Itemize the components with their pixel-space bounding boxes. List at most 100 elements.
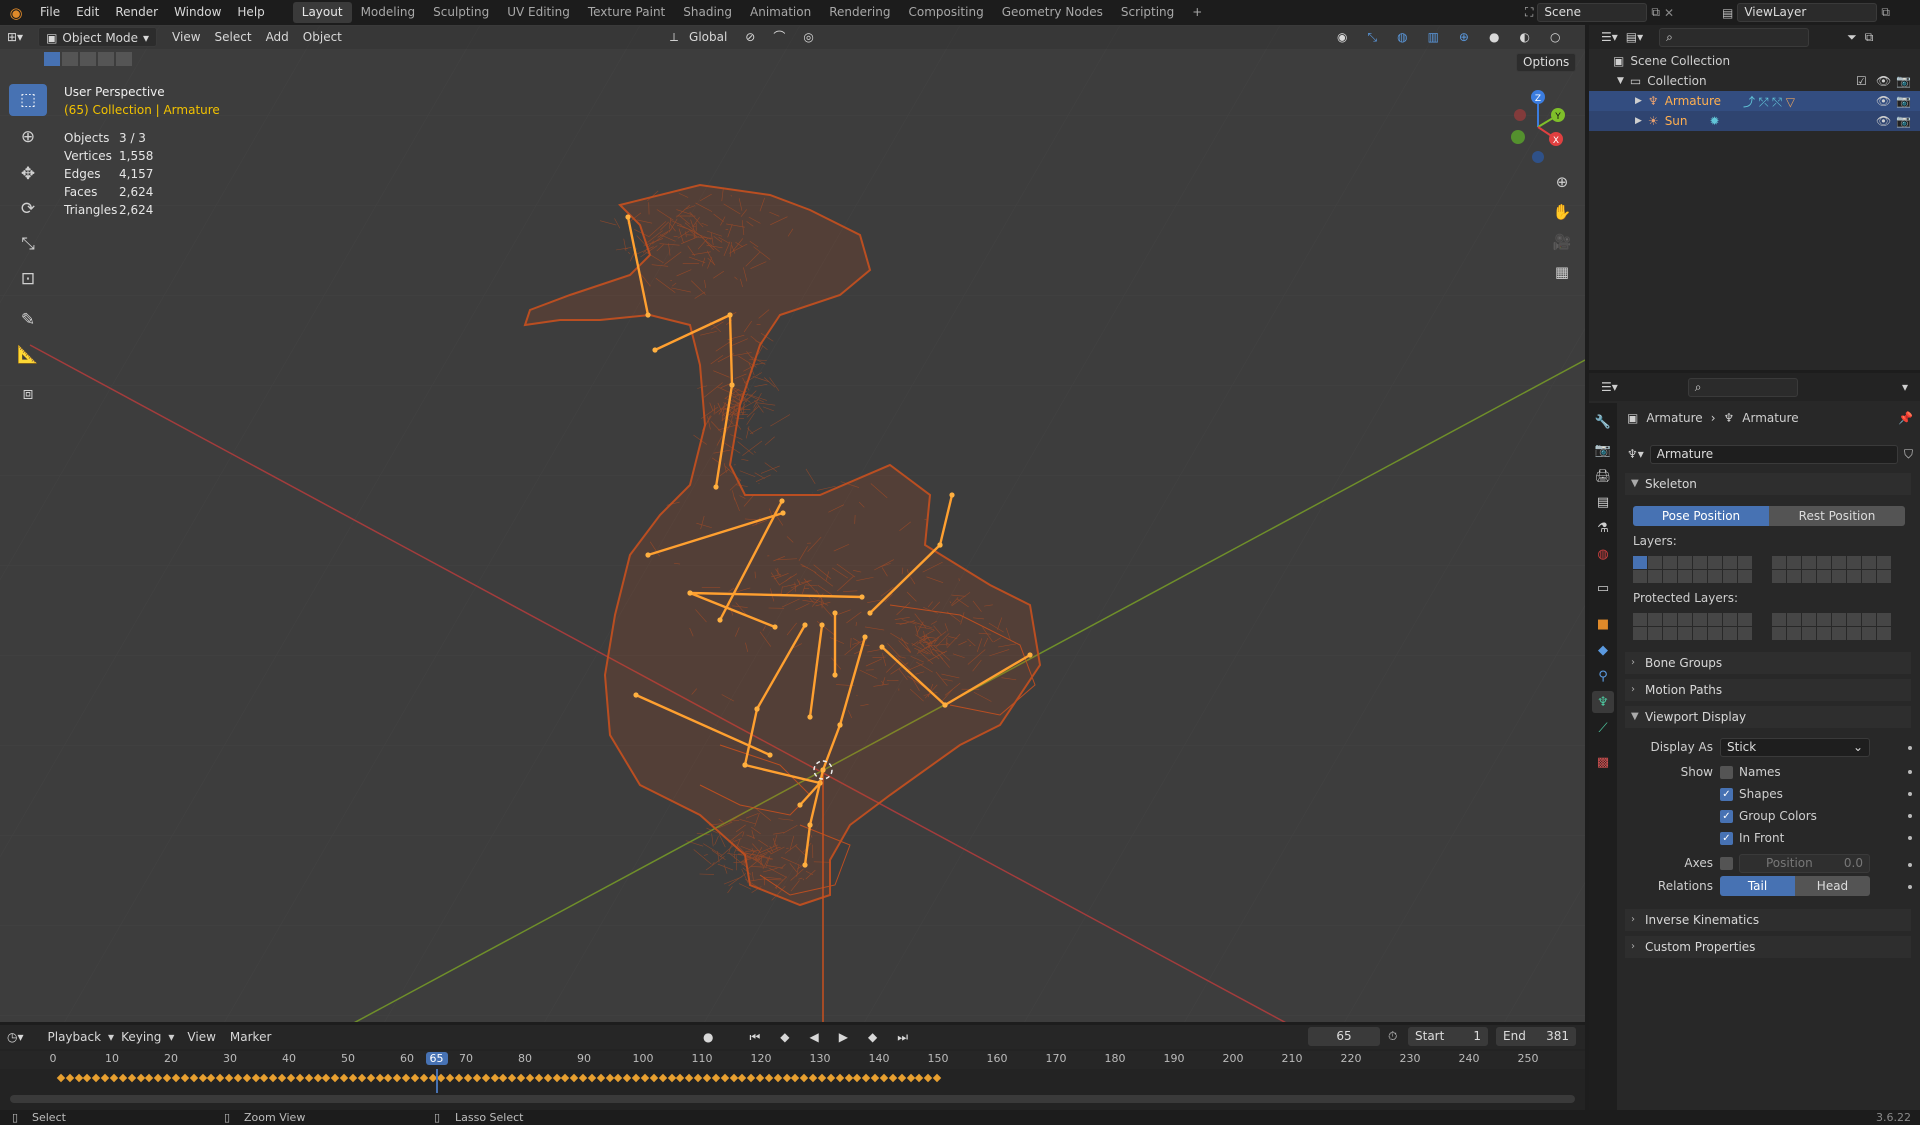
bone-joint[interactable] — [633, 692, 639, 698]
protected-grid-left[interactable] — [1633, 613, 1752, 640]
collection-eye-icon[interactable]: 👁 — [1876, 74, 1891, 88]
keyframe-diamond[interactable] — [587, 1073, 597, 1083]
end-frame-field[interactable]: End 381 — [1496, 1027, 1576, 1046]
keyframe-diamond[interactable] — [782, 1073, 791, 1083]
axes-checkbox[interactable] — [1720, 856, 1739, 870]
relations-head-button[interactable]: Head — [1795, 876, 1870, 896]
ortho-toggle-button[interactable]: ▦ — [1548, 258, 1576, 286]
protected-grid-right[interactable] — [1772, 613, 1891, 640]
keyframe-diamond[interactable] — [100, 1073, 110, 1083]
keyframe-diamond[interactable] — [472, 1073, 482, 1083]
panel-skeleton[interactable]: ▼ Skeleton — [1625, 473, 1911, 495]
keyframe-diamond[interactable] — [446, 1073, 455, 1083]
wireframe-shading-icon[interactable]: ⊕ — [1452, 27, 1476, 47]
start-frame-field[interactable]: Start 1 — [1408, 1027, 1488, 1046]
playhead-line[interactable] — [435, 1069, 438, 1093]
outliner-row-scene-collection[interactable]: ▣ Scene Collection — [1589, 51, 1920, 71]
show-names-checkbox[interactable]: Names — [1720, 765, 1781, 779]
axes-position-field[interactable]: Position 0.0 — [1739, 854, 1870, 873]
keyframe-diamond[interactable] — [357, 1073, 367, 1083]
bone-joint[interactable] — [949, 492, 955, 498]
show-group-colors-checkbox[interactable]: ✓ Group Colors — [1720, 809, 1817, 823]
names-decorator[interactable] — [1908, 770, 1912, 774]
keyframe-diamond[interactable] — [74, 1073, 83, 1083]
keyframe-diamond[interactable] — [366, 1073, 375, 1083]
material-shading-icon[interactable]: ◐ — [1512, 27, 1536, 47]
object-mode-dropdown[interactable]: ▣ Object Mode ▾ — [38, 27, 158, 47]
bone-joint[interactable] — [767, 752, 773, 758]
armature-camera-icon[interactable]: 📷 — [1896, 94, 1911, 108]
bone-joint[interactable] — [867, 610, 873, 616]
keyframe-diamond[interactable] — [702, 1073, 712, 1083]
expand-armature-icon[interactable]: ▶ — [1635, 96, 1642, 106]
panel-bone-groups[interactable]: › Bone Groups — [1625, 652, 1911, 674]
keyframe-diamond[interactable] — [693, 1073, 703, 1083]
outliner-row-armature[interactable]: ▶ ♆ Armature ⤴ ⤱ ⤲ ▽ 👁 📷 — [1589, 91, 1920, 111]
keyframe-diamond[interactable] — [198, 1073, 207, 1083]
scene-field[interactable]: Scene — [1537, 3, 1648, 22]
menu-render[interactable]: Render — [107, 0, 166, 25]
keyframe-diamond[interactable] — [746, 1073, 756, 1083]
keyframe-diamond[interactable] — [525, 1073, 535, 1083]
new-collection-icon[interactable]: ⧉ — [1865, 30, 1874, 45]
layers-grid-right[interactable] — [1772, 556, 1891, 583]
bone-tab-icon[interactable]: ⟋ — [1592, 717, 1614, 739]
output-tab-icon[interactable]: 🖨 — [1592, 465, 1614, 487]
overlays-icon[interactable]: ◍ — [1390, 27, 1414, 47]
keyframe-diamond[interactable] — [596, 1073, 605, 1083]
keyframe-diamond[interactable] — [552, 1073, 561, 1083]
armature-data-tab-icon[interactable]: ♆ — [1592, 691, 1614, 713]
rendered-shading-icon[interactable]: ○ — [1543, 27, 1567, 47]
bone-joint[interactable] — [819, 622, 825, 628]
timeline-menu-playback[interactable]: Playback — [41, 1027, 109, 1047]
keyframe-diamond[interactable] — [251, 1073, 260, 1083]
editor-type-icon[interactable]: ⊞▾ — [0, 27, 30, 47]
display-as-decorator[interactable] — [1908, 746, 1912, 750]
render-tab-icon[interactable]: 📷 — [1592, 439, 1614, 461]
world-tab-icon[interactable]: ◍ — [1592, 543, 1614, 565]
keyframe-diamond[interactable] — [711, 1073, 721, 1083]
view-layer-tab-icon[interactable]: ▤ — [1592, 491, 1614, 513]
bone-joint[interactable] — [802, 622, 808, 628]
bone-joint[interactable] — [807, 714, 813, 720]
tool-measure[interactable]: 📐 — [9, 339, 47, 371]
bone-joint[interactable] — [652, 347, 658, 353]
keyframe-diamond[interactable] — [277, 1073, 287, 1083]
keyframe-diamond[interactable] — [835, 1073, 844, 1083]
tool-tab-icon[interactable]: 🔧 — [1592, 411, 1614, 433]
keyframe-diamond[interactable] — [826, 1073, 836, 1083]
keyframe-diamond[interactable] — [791, 1073, 800, 1083]
display-as-dropdown[interactable]: Stick ⌄ — [1720, 738, 1870, 757]
bone-joint[interactable] — [859, 594, 865, 600]
keyframe-diamond[interactable] — [879, 1073, 889, 1083]
keyframe-diamond[interactable] — [56, 1073, 66, 1083]
menu-window[interactable]: Window — [166, 0, 229, 25]
keyframe-diamond[interactable] — [773, 1073, 782, 1083]
modifier-tab-icon[interactable]: ◆ — [1592, 639, 1614, 661]
tab-uv-editing[interactable]: UV Editing — [498, 2, 579, 23]
navigation-gizmo[interactable]: Z Y X — [1498, 85, 1578, 165]
select-new-icon[interactable] — [44, 52, 60, 66]
viewport-menu-object[interactable]: Object — [296, 27, 349, 47]
keyframe-diamond[interactable] — [808, 1073, 818, 1083]
bone-joint[interactable] — [780, 510, 786, 516]
keyframe-diamond[interactable] — [215, 1073, 225, 1083]
keyframe-diamond[interactable] — [764, 1073, 774, 1083]
keyframe-diamond[interactable] — [154, 1073, 163, 1083]
keyframe-diamond[interactable] — [561, 1073, 570, 1083]
menu-help[interactable]: Help — [229, 0, 272, 25]
gizmo-toggle-icon[interactable]: ⤡ — [1360, 27, 1384, 47]
keyframe-diamond[interactable] — [932, 1073, 942, 1083]
axes-decorator[interactable] — [1908, 863, 1912, 867]
panel-custom-properties[interactable]: › Custom Properties — [1625, 936, 1911, 958]
select-invert-icon[interactable] — [98, 52, 114, 66]
keyframe-diamond[interactable] — [65, 1073, 74, 1083]
keyframe-diamond[interactable] — [844, 1073, 853, 1083]
bone-joint[interactable] — [937, 542, 943, 548]
tool-scale[interactable]: ⤡ — [9, 228, 47, 260]
jump-start-icon[interactable]: ⏮ — [742, 1027, 767, 1047]
armature-modifier-icons[interactable]: ⤴ ⤱ ⤲ ▽ — [1743, 93, 1795, 110]
keyframe-diamond[interactable] — [313, 1073, 322, 1083]
keyframe-diamond[interactable] — [260, 1073, 269, 1083]
group-colors-decorator[interactable] — [1908, 814, 1912, 818]
